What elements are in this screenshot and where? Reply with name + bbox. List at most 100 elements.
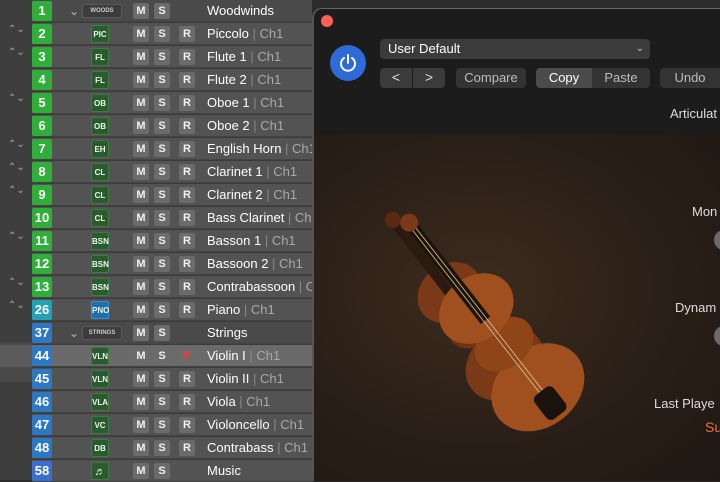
track-row[interactable]: 12 BSN M S R Bassoon 2 | Ch1 bbox=[0, 253, 312, 275]
record-enable-button[interactable]: R bbox=[179, 187, 195, 203]
reorder-icon[interactable]: ⌃⌄ bbox=[8, 25, 25, 43]
mute-button[interactable]: M bbox=[133, 141, 149, 157]
track-row[interactable]: 58 ♬ M S Music bbox=[0, 460, 312, 482]
solo-button[interactable]: S bbox=[154, 26, 170, 42]
track-name[interactable]: Piccolo | Ch1 bbox=[207, 23, 283, 45]
track-name[interactable]: Strings bbox=[207, 322, 247, 344]
track-row[interactable]: 10 CL M S R Bass Clarinet | Ch1 bbox=[0, 207, 319, 229]
mute-button[interactable]: M bbox=[133, 417, 149, 433]
track-name[interactable]: Clarinet 1 | Ch1 bbox=[207, 161, 297, 183]
track-row[interactable]: 1 ⌄ WOODS M S Woodwinds bbox=[0, 0, 312, 22]
mute-button[interactable]: M bbox=[133, 49, 149, 65]
solo-button[interactable]: S bbox=[154, 348, 170, 364]
record-enable-button[interactable]: R bbox=[179, 164, 195, 180]
track-row[interactable]: ⌃⌄ 11 BSN M S R Basson 1 | Ch1 bbox=[0, 230, 312, 252]
track-name[interactable]: Clarinet 2 | Ch1 bbox=[207, 184, 297, 206]
mute-button[interactable]: M bbox=[133, 95, 149, 111]
reorder-icon[interactable]: ⌃⌄ bbox=[8, 48, 25, 66]
solo-button[interactable]: S bbox=[154, 72, 170, 88]
track-row[interactable]: ⌃⌄ 2 PIC M S R Piccolo | Ch1 bbox=[0, 23, 312, 45]
record-enable-button[interactable]: R bbox=[179, 394, 195, 410]
record-enable-button[interactable]: R bbox=[179, 279, 195, 295]
track-row[interactable]: ⌃⌄ 8 CL M S R Clarinet 1 | Ch1 bbox=[0, 161, 312, 183]
solo-button[interactable]: S bbox=[154, 440, 170, 456]
close-window-button[interactable] bbox=[321, 15, 333, 27]
mute-button[interactable]: M bbox=[133, 118, 149, 134]
dynamics-control[interactable] bbox=[714, 326, 720, 346]
reorder-icon[interactable]: ⌃⌄ bbox=[8, 301, 25, 319]
track-name[interactable]: Bassoon 2 | Ch1 bbox=[207, 253, 303, 275]
record-enable-button[interactable]: R bbox=[179, 440, 195, 456]
power-button[interactable] bbox=[330, 45, 366, 81]
track-name[interactable]: Piano | Ch1 bbox=[207, 299, 275, 321]
solo-button[interactable]: S bbox=[154, 371, 170, 387]
mute-button[interactable]: M bbox=[133, 210, 149, 226]
track-name[interactable]: Violin I | Ch1 bbox=[207, 345, 280, 367]
solo-button[interactable]: S bbox=[154, 302, 170, 318]
track-name[interactable]: Violoncello | Ch1 bbox=[207, 414, 304, 436]
solo-button[interactable]: S bbox=[154, 279, 170, 295]
mute-button[interactable]: M bbox=[133, 164, 149, 180]
solo-button[interactable]: S bbox=[154, 256, 170, 272]
solo-button[interactable]: S bbox=[154, 164, 170, 180]
next-preset-button[interactable]: > bbox=[413, 68, 445, 88]
mute-button[interactable]: M bbox=[133, 256, 149, 272]
track-name[interactable]: Violin II | Ch1 bbox=[207, 368, 284, 390]
disclosure-chevron-icon[interactable]: ⌄ bbox=[66, 325, 82, 341]
track-row[interactable]: 37 ⌄ STRINGS M S Strings bbox=[0, 322, 312, 344]
reorder-icon[interactable]: ⌃⌄ bbox=[8, 163, 25, 181]
solo-button[interactable]: S bbox=[154, 394, 170, 410]
track-name[interactable]: English Horn | Ch1 bbox=[207, 138, 316, 160]
mute-button[interactable]: M bbox=[133, 302, 149, 318]
mute-button[interactable]: M bbox=[133, 394, 149, 410]
record-enable-button[interactable]: R bbox=[179, 118, 195, 134]
mute-button[interactable]: M bbox=[133, 371, 149, 387]
solo-button[interactable]: S bbox=[154, 95, 170, 111]
record-enable-button[interactable]: R bbox=[179, 26, 195, 42]
undo-button[interactable]: Undo bbox=[660, 68, 720, 88]
disclosure-chevron-icon[interactable]: ⌄ bbox=[66, 3, 82, 19]
mute-button[interactable]: M bbox=[133, 3, 149, 19]
solo-button[interactable]: S bbox=[154, 463, 170, 479]
solo-button[interactable]: S bbox=[154, 187, 170, 203]
track-name[interactable]: Woodwinds bbox=[207, 0, 274, 22]
mute-button[interactable]: M bbox=[133, 348, 149, 364]
track-row[interactable]: 44 VLN M S R Violin I | Ch1 bbox=[0, 345, 312, 367]
record-enable-button[interactable]: R bbox=[179, 49, 195, 65]
preset-dropdown[interactable]: User Default ⌄ bbox=[380, 39, 650, 59]
compare-button[interactable]: Compare bbox=[456, 68, 526, 88]
record-enable-button[interactable]: R bbox=[179, 72, 195, 88]
mute-button[interactable]: M bbox=[133, 233, 149, 249]
record-enable-button[interactable]: R bbox=[179, 141, 195, 157]
solo-button[interactable]: S bbox=[154, 141, 170, 157]
solo-button[interactable]: S bbox=[154, 233, 170, 249]
record-enable-button[interactable]: R bbox=[179, 302, 195, 318]
track-name[interactable]: Oboe 2 | Ch1 bbox=[207, 115, 284, 137]
mute-button[interactable]: M bbox=[133, 463, 149, 479]
mono-control[interactable] bbox=[714, 230, 720, 250]
track-row[interactable]: 46 VLA M S R Viola | Ch1 bbox=[0, 391, 312, 413]
track-name[interactable]: Basson 1 | Ch1 bbox=[207, 230, 296, 252]
track-name[interactable]: Flute 1 | Ch1 bbox=[207, 46, 281, 68]
copy-button[interactable]: Copy bbox=[536, 68, 592, 88]
reorder-icon[interactable]: ⌃⌄ bbox=[8, 278, 25, 296]
reorder-icon[interactable]: ⌃⌄ bbox=[8, 232, 25, 250]
mute-button[interactable]: M bbox=[133, 279, 149, 295]
track-name[interactable]: Contrabass | Ch1 bbox=[207, 437, 308, 459]
previous-preset-button[interactable]: < bbox=[380, 68, 412, 88]
solo-button[interactable]: S bbox=[154, 49, 170, 65]
track-row[interactable]: 4 FL M S R Flute 2 | Ch1 bbox=[0, 69, 312, 91]
solo-button[interactable]: S bbox=[154, 417, 170, 433]
track-row[interactable]: 6 OB M S R Oboe 2 | Ch1 bbox=[0, 115, 312, 137]
solo-button[interactable]: S bbox=[154, 3, 170, 19]
paste-button[interactable]: Paste bbox=[592, 68, 650, 88]
track-row[interactable]: 48 DB M S R Contrabass | Ch1 bbox=[0, 437, 312, 459]
reorder-icon[interactable]: ⌃⌄ bbox=[8, 186, 25, 204]
mute-button[interactable]: M bbox=[133, 26, 149, 42]
record-enable-button[interactable]: R bbox=[179, 233, 195, 249]
track-name[interactable]: Music bbox=[207, 460, 241, 482]
solo-button[interactable]: S bbox=[154, 118, 170, 134]
mute-button[interactable]: M bbox=[133, 187, 149, 203]
track-row[interactable]: ⌃⌄ 5 OB M S R Oboe 1 | Ch1 bbox=[0, 92, 312, 114]
track-row[interactable]: ⌃⌄ 7 EH M S R English Horn | Ch1 bbox=[0, 138, 316, 160]
